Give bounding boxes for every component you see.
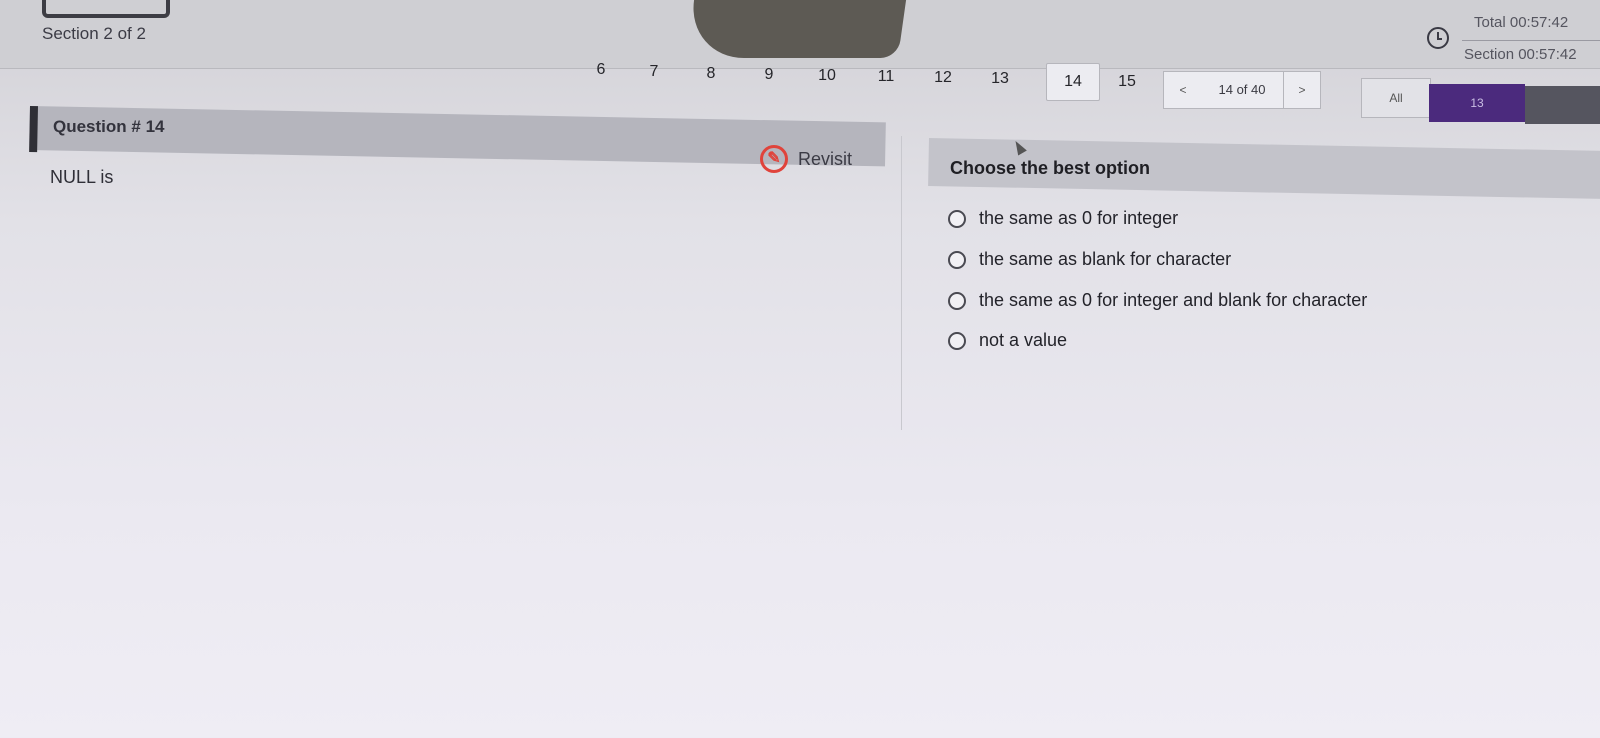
page-link[interactable]: 9 bbox=[760, 57, 778, 93]
page-link[interactable]: 6 bbox=[592, 52, 610, 88]
timer-divider bbox=[1462, 40, 1600, 41]
answer-option[interactable]: the same as 0 for integer bbox=[948, 208, 1178, 229]
section-label: Section 2 of 2 bbox=[42, 24, 146, 43]
page-link[interactable]: 15 bbox=[1114, 64, 1140, 100]
question-counter: 14 of 40 bbox=[1201, 71, 1283, 109]
options-title: Choose the best option bbox=[950, 158, 1150, 178]
question-text: NULL is bbox=[50, 167, 114, 187]
question-number: Question # 14 bbox=[53, 117, 165, 136]
timer-total: Total 00:57:42 bbox=[1474, 14, 1569, 31]
answer-option[interactable]: not a value bbox=[948, 330, 1067, 351]
answer-option[interactable]: the same as blank for character bbox=[948, 249, 1231, 270]
timer-section: Section 00:57:42 bbox=[1464, 46, 1577, 63]
page-link-current[interactable]: 14 bbox=[1046, 63, 1100, 101]
radio-button[interactable] bbox=[948, 250, 966, 269]
question-header-marker bbox=[29, 106, 38, 153]
radio-button[interactable] bbox=[948, 331, 966, 350]
prev-question-button[interactable]: < bbox=[1163, 71, 1203, 109]
page-link[interactable]: 8 bbox=[702, 56, 720, 92]
page-link[interactable]: 12 bbox=[930, 60, 956, 96]
answer-option[interactable]: the same as 0 for integer and blank for … bbox=[948, 290, 1367, 311]
page-link[interactable]: 13 bbox=[987, 61, 1013, 97]
panel-divider bbox=[901, 136, 902, 430]
answer-option-label: the same as 0 for integer bbox=[979, 208, 1179, 228]
page-link[interactable]: 11 bbox=[873, 59, 899, 95]
obstruction-shape bbox=[685, 0, 907, 58]
revisit-button[interactable]: ✎ Revisit bbox=[760, 144, 852, 174]
filter-tab[interactable] bbox=[1525, 86, 1600, 124]
clock-icon bbox=[1427, 27, 1449, 49]
edit-icon: ✎ bbox=[760, 145, 788, 173]
app-logo bbox=[42, 0, 170, 18]
radio-button[interactable] bbox=[948, 291, 966, 310]
filter-all-button[interactable]: All bbox=[1361, 78, 1431, 118]
answer-option-label: the same as 0 for integer and blank for … bbox=[979, 290, 1368, 310]
page-link[interactable]: 10 bbox=[814, 58, 840, 94]
radio-button[interactable] bbox=[948, 209, 966, 228]
answer-option-label: the same as blank for character bbox=[979, 249, 1232, 269]
page-link[interactable]: 7 bbox=[645, 54, 663, 90]
revisit-label: Revisit bbox=[798, 148, 853, 169]
answer-option-label: not a value bbox=[979, 330, 1068, 350]
answered-count-badge[interactable]: 13 bbox=[1429, 84, 1525, 122]
next-question-button[interactable]: > bbox=[1283, 71, 1321, 109]
